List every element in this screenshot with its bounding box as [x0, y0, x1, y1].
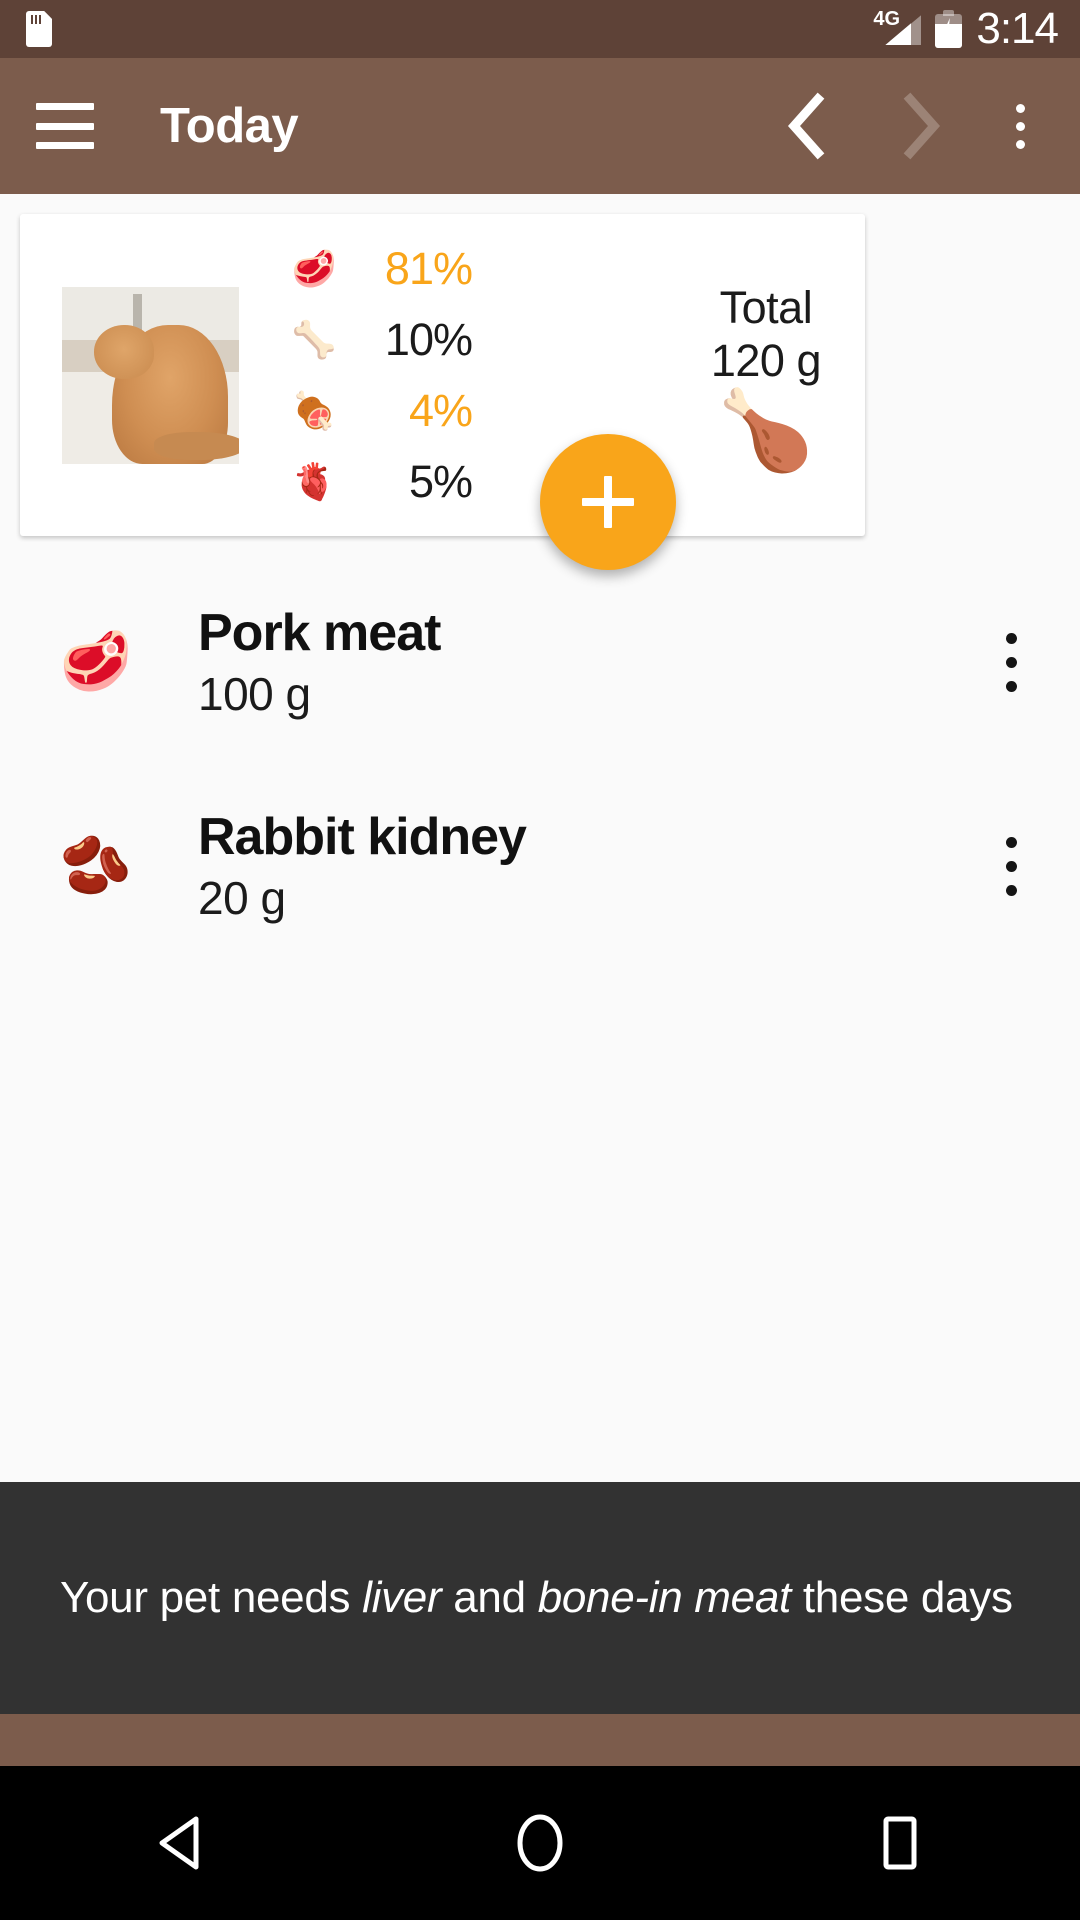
status-bar-left: [26, 11, 52, 47]
breakdown-value: 4%: [408, 385, 473, 436]
total-label: Total: [719, 281, 813, 333]
list-item[interactable]: 🫘 Rabbit kidney 20 g: [0, 764, 1080, 968]
list-item[interactable]: 🥩 Pork meat 100 g: [0, 560, 1080, 764]
status-bar-clock: 3:14: [976, 4, 1059, 53]
overflow-menu-icon[interactable]: [982, 83, 1058, 169]
list-item-text: Rabbit kidney 20 g: [198, 808, 527, 924]
liver-icon: 🍖: [291, 389, 337, 431]
recents-square-icon[interactable]: [825, 1766, 975, 1920]
page-title: Today: [160, 98, 299, 153]
list-item-overflow-menu-icon[interactable]: [966, 806, 1056, 926]
back-triangle-icon[interactable]: [105, 1766, 255, 1920]
muscle-meat-icon: 🥩: [291, 247, 337, 289]
daily-summary-card[interactable]: 🥩 81% 🦴 10% 🍖 4% 🫀 5% Total 120 g 🍗: [20, 214, 865, 536]
breakdown-value: 81%: [384, 243, 473, 294]
total-section: Total 120 g 🍗: [710, 281, 822, 475]
breakdown-row: 🥩 81%: [286, 238, 473, 299]
home-circle-icon[interactable]: [465, 1766, 615, 1920]
breakdown-row: 🍖 4%: [286, 380, 473, 441]
hamburger-menu-icon[interactable]: [36, 103, 94, 149]
pet-photo: [62, 286, 239, 464]
list-item-text: Pork meat 100 g: [198, 604, 441, 720]
organ-meat-icon: 🫀: [291, 460, 337, 502]
system-navigation-bar: [0, 1766, 1080, 1920]
app-toolbar: Today: [0, 58, 1080, 194]
bone-icon: 🦴: [291, 318, 337, 360]
snackbar-text-1: Your pet needs: [60, 1573, 363, 1623]
breakdown-row: 🦴 10%: [286, 309, 473, 370]
snackbar-text-2: and: [441, 1573, 538, 1623]
chevron-left-icon[interactable]: [764, 83, 850, 169]
snackbar-text-3: these days: [790, 1573, 1013, 1623]
breakdown-value: 10%: [384, 314, 473, 365]
chevron-right-icon[interactable]: [878, 83, 964, 169]
status-bar: 4G 3:14: [0, 0, 1080, 58]
snackbar-message: Your pet needs liver and bone-in meat th…: [60, 1571, 1013, 1625]
breakdown-value: 5%: [408, 456, 473, 507]
list-item-quantity: 20 g: [198, 872, 286, 924]
snackbar-emphasis-1: liver: [362, 1573, 442, 1623]
signal-icon: 4G: [873, 8, 922, 47]
battery-charging-icon: [935, 10, 963, 48]
add-food-fab[interactable]: [540, 434, 676, 570]
pork-meat-icon: 🥩: [59, 629, 133, 694]
food-list: 🥩 Pork meat 100 g 🫘 Rabbit kidney 20 g: [0, 560, 1080, 968]
total-value: 120 g: [710, 335, 822, 386]
rabbit-kidney-icon: 🫘: [59, 833, 133, 898]
list-item-name: Rabbit kidney: [198, 808, 527, 866]
snackbar-emphasis-2: bone-in meat: [537, 1573, 792, 1623]
breakdown-row: 🫀 5%: [286, 451, 473, 512]
snackbar[interactable]: Your pet needs liver and bone-in meat th…: [0, 1482, 1080, 1714]
add-icon: [582, 476, 634, 528]
list-item-quantity: 100 g: [198, 668, 311, 720]
bottom-accent-strip: [0, 1714, 1080, 1766]
status-bar-right: 4G 3:14: [873, 4, 1059, 53]
sd-card-icon: [26, 11, 52, 47]
network-type-label: 4G: [873, 8, 901, 30]
ham-icon: 🍗: [717, 386, 815, 475]
nutrition-breakdown: 🥩 81% 🦴 10% 🍖 4% 🫀 5%: [286, 238, 473, 512]
list-item-overflow-menu-icon[interactable]: [966, 602, 1056, 722]
list-item-name: Pork meat: [198, 604, 441, 662]
